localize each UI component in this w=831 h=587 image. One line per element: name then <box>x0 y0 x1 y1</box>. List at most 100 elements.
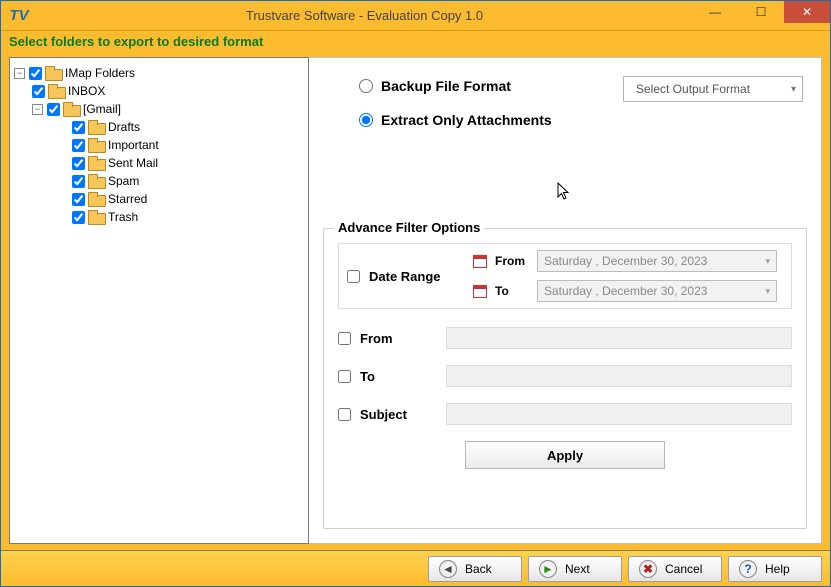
output-format-select[interactable]: Select Output Format ▾ <box>623 76 803 102</box>
folder-icon <box>88 192 104 206</box>
options-panel: Backup File Format Extract Only Attachme… <box>309 57 822 544</box>
date-to-row: To Saturday , December 30, 2023 ▾ <box>473 280 783 302</box>
back-button[interactable]: ◄ Back <box>428 556 522 582</box>
app-icon: TV <box>7 4 31 28</box>
tree-label: [Gmail] <box>83 102 121 116</box>
folder-icon <box>88 174 104 188</box>
checkbox-gmail[interactable] <box>47 103 60 116</box>
filter-row-from: From <box>338 327 792 349</box>
date-from-picker[interactable]: Saturday , December 30, 2023 ▾ <box>537 250 777 272</box>
close-button[interactable]: ✕ <box>784 1 830 23</box>
advance-filter-fieldset: Advance Filter Options Date Range From S… <box>323 228 807 529</box>
filter-row-to: To <box>338 365 792 387</box>
body: − IMap Folders INBOX − [Gmail] Drafts <box>1 55 830 550</box>
checkbox-sentmail[interactable] <box>72 157 85 170</box>
radio-extract-label: Extract Only Attachments <box>381 112 552 128</box>
radio-row-extract[interactable]: Extract Only Attachments <box>359 112 801 128</box>
date-range-label: Date Range <box>369 269 441 284</box>
filter-subject-label: Subject <box>360 407 407 422</box>
checkbox-to[interactable] <box>338 370 351 383</box>
subject-toggle[interactable]: Subject <box>338 407 436 422</box>
tree-label: Sent Mail <box>108 156 158 170</box>
arrow-left-icon: ◄ <box>439 560 457 578</box>
checkbox-date-range[interactable] <box>347 270 360 283</box>
date-range-group: Date Range From Saturday , December 30, … <box>338 243 792 309</box>
checkbox-drafts[interactable] <box>72 121 85 134</box>
tree-label: INBOX <box>68 84 105 98</box>
checkbox-inbox[interactable] <box>32 85 45 98</box>
radio-backup-label: Backup File Format <box>381 78 511 94</box>
radio-backup[interactable] <box>359 79 373 93</box>
help-icon: ? <box>739 560 757 578</box>
calendar-icon <box>473 255 487 268</box>
filter-to-label: To <box>360 369 375 384</box>
folder-icon <box>48 84 64 98</box>
from-toggle[interactable]: From <box>338 331 436 346</box>
radio-extract[interactable] <box>359 113 373 127</box>
cancel-label: Cancel <box>665 562 702 576</box>
cancel-icon: ✖ <box>639 560 657 578</box>
maximize-button[interactable]: ☐ <box>738 1 784 23</box>
folder-icon <box>88 138 104 152</box>
tree-label: Starred <box>108 192 147 206</box>
minimize-button[interactable]: — <box>692 1 738 23</box>
tree-node-root[interactable]: − IMap Folders <box>14 64 304 82</box>
date-to-picker[interactable]: Saturday , December 30, 2023 ▾ <box>537 280 777 302</box>
folder-tree[interactable]: − IMap Folders INBOX − [Gmail] Drafts <box>9 57 309 544</box>
instruction-bar: Select folders to export to desired form… <box>1 31 830 55</box>
filter-row-subject: Subject <box>338 403 792 425</box>
from-input[interactable] <box>446 327 792 349</box>
cursor-icon <box>557 182 573 207</box>
tree-label: Drafts <box>108 120 140 134</box>
chevron-down-icon: ▾ <box>791 84 796 95</box>
tree-node-sentmail[interactable]: Sent Mail <box>14 154 304 172</box>
help-button[interactable]: ? Help <box>728 556 822 582</box>
checkbox-spam[interactable] <box>72 175 85 188</box>
folder-icon <box>63 102 79 116</box>
tree-node-gmail[interactable]: − [Gmail] <box>14 100 304 118</box>
tree-node-starred[interactable]: Starred <box>14 190 304 208</box>
date-to-label: To <box>495 284 529 298</box>
tree-node-important[interactable]: Important <box>14 136 304 154</box>
tree-label: Important <box>108 138 159 152</box>
checkbox-subject[interactable] <box>338 408 351 421</box>
apply-button[interactable]: Apply <box>465 441 665 469</box>
fieldset-legend: Advance Filter Options <box>334 220 484 235</box>
instruction-text: Select folders to export to desired form… <box>9 34 263 49</box>
checkbox-important[interactable] <box>72 139 85 152</box>
checkbox-trash[interactable] <box>72 211 85 224</box>
checkbox-root[interactable] <box>29 67 42 80</box>
chevron-down-icon: ▾ <box>765 286 770 297</box>
next-label: Next <box>565 562 590 576</box>
to-toggle[interactable]: To <box>338 369 436 384</box>
date-from-row: From Saturday , December 30, 2023 ▾ <box>473 250 783 272</box>
collapse-icon[interactable]: − <box>32 104 43 115</box>
folder-icon <box>88 120 104 134</box>
tree-label: IMap Folders <box>65 66 135 80</box>
window-title: Trustvare Software - Evaluation Copy 1.0 <box>37 8 692 23</box>
tree-node-trash[interactable]: Trash <box>14 208 304 226</box>
next-button[interactable]: ► Next <box>528 556 622 582</box>
folder-icon <box>88 156 104 170</box>
back-label: Back <box>465 562 492 576</box>
subject-input[interactable] <box>446 403 792 425</box>
titlebar[interactable]: TV Trustvare Software - Evaluation Copy … <box>1 1 830 31</box>
footer-nav: ◄ Back ► Next ✖ Cancel ? Help <box>1 550 830 586</box>
date-to-value: Saturday , December 30, 2023 <box>544 284 707 298</box>
collapse-icon[interactable]: − <box>14 68 25 79</box>
date-range-toggle[interactable]: Date Range <box>347 269 465 284</box>
filter-from-label: From <box>360 331 393 346</box>
calendar-icon <box>473 285 487 298</box>
tree-label: Trash <box>108 210 138 224</box>
tree-node-inbox[interactable]: INBOX <box>14 82 304 100</box>
tree-node-spam[interactable]: Spam <box>14 172 304 190</box>
cancel-button[interactable]: ✖ Cancel <box>628 556 722 582</box>
help-label: Help <box>765 562 790 576</box>
tree-node-drafts[interactable]: Drafts <box>14 118 304 136</box>
folder-icon <box>88 210 104 224</box>
tree-label: Spam <box>108 174 139 188</box>
checkbox-from[interactable] <box>338 332 351 345</box>
output-format-placeholder: Select Output Format <box>636 82 750 96</box>
checkbox-starred[interactable] <box>72 193 85 206</box>
to-input[interactable] <box>446 365 792 387</box>
